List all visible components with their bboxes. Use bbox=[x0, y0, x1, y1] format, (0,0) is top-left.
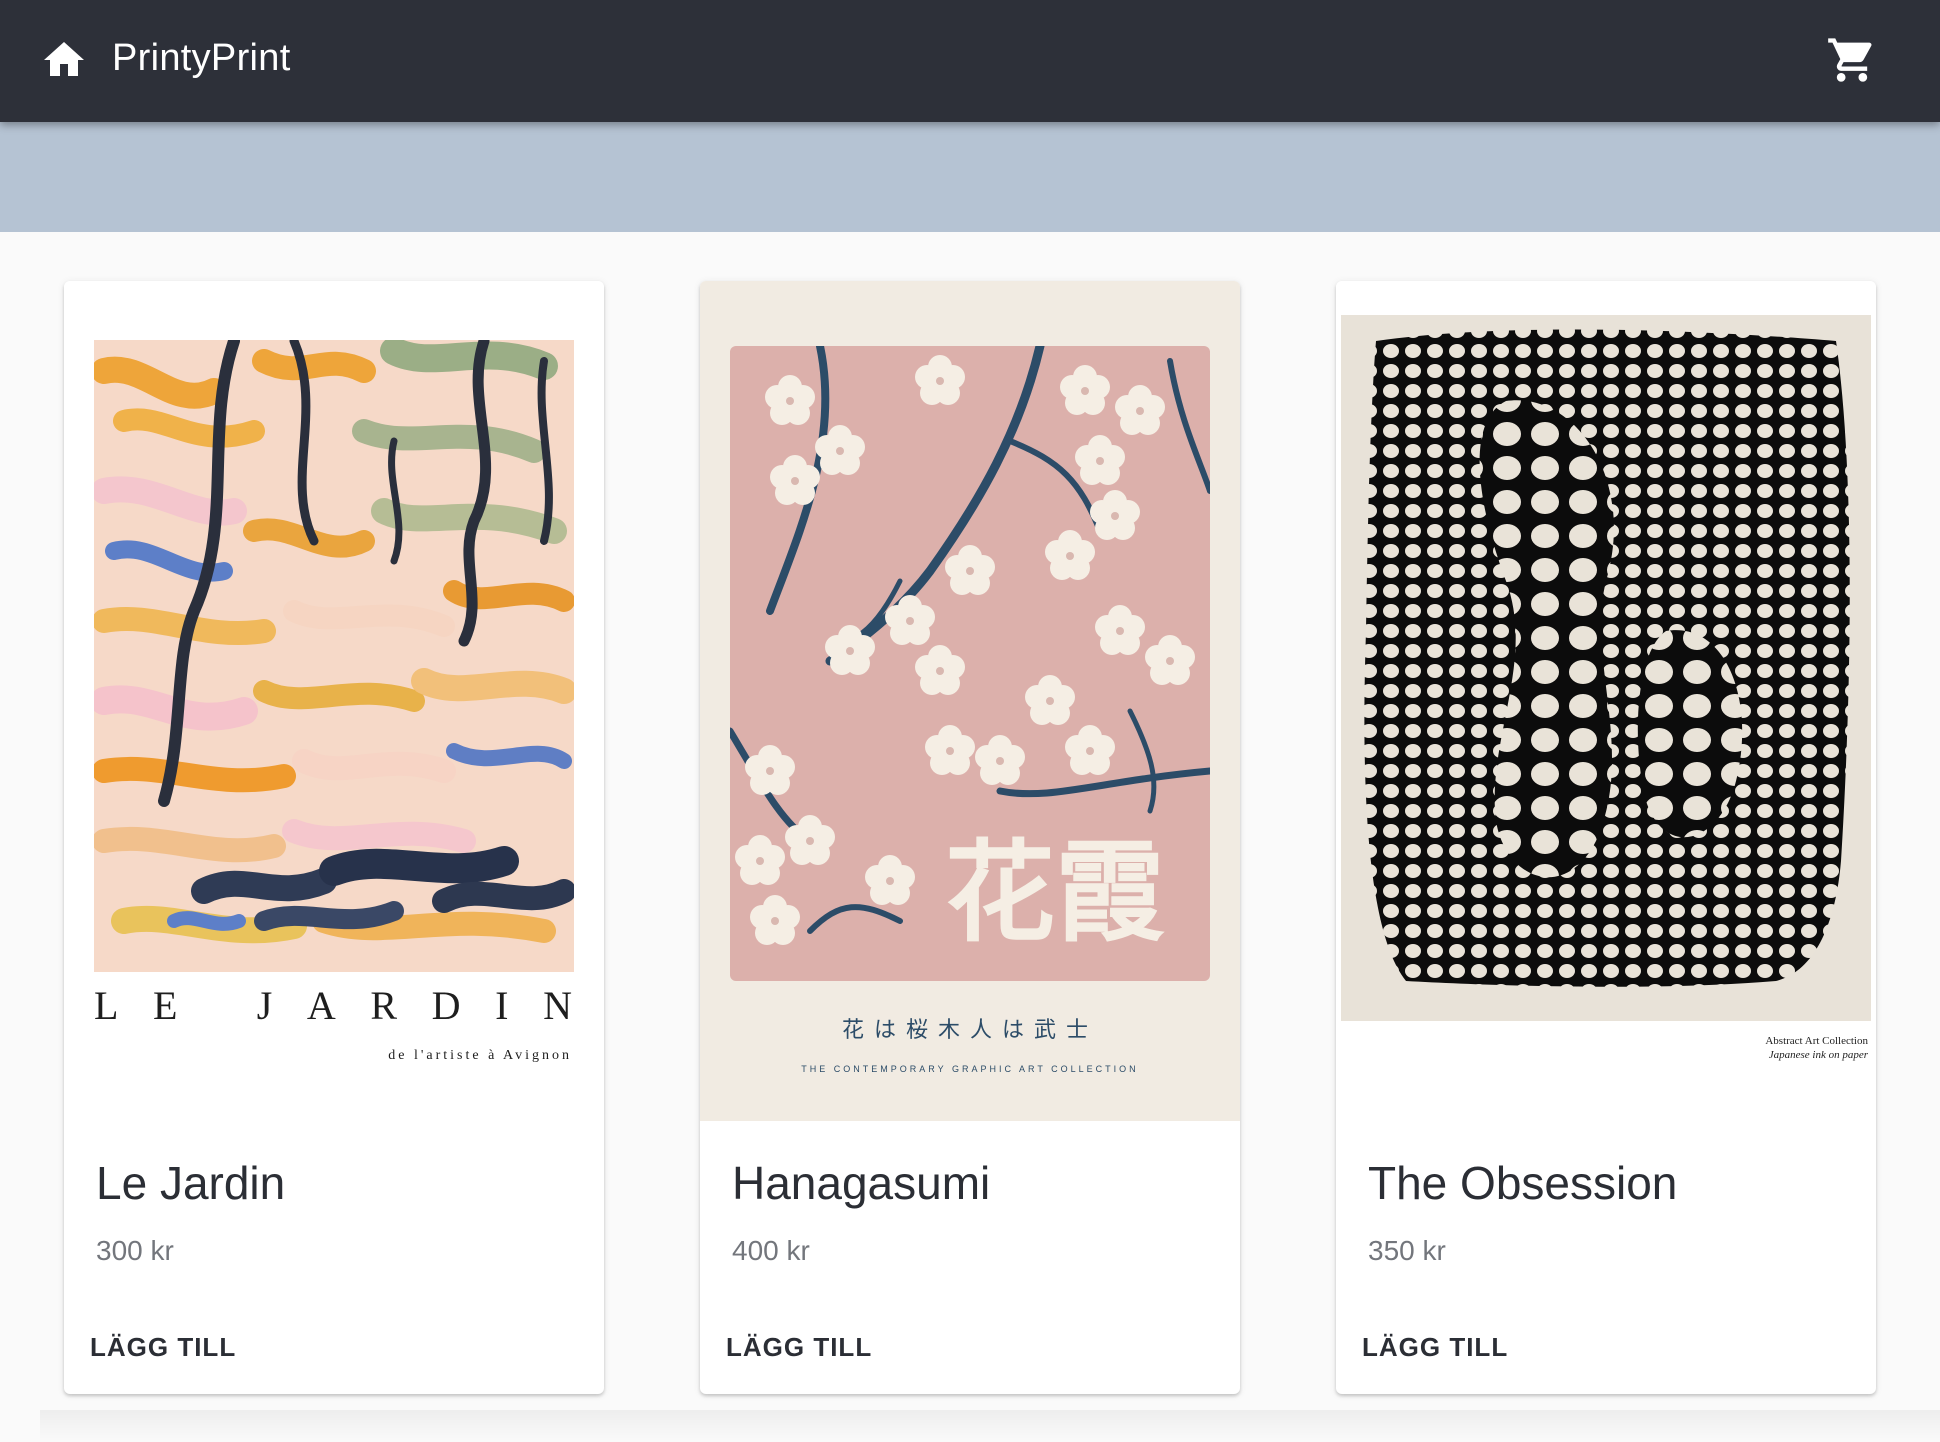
add-to-cart-button[interactable]: LÄGG TILL bbox=[1348, 1317, 1522, 1377]
home-button[interactable] bbox=[40, 36, 88, 84]
poster-caption-line1: Abstract Art Collection bbox=[1765, 1035, 1868, 1047]
product-title: The Obsession bbox=[1368, 1157, 1678, 1209]
product-image-hanagasumi[interactable]: 花霞 花は桜木人は武士 THE CONTEMPORARY GRAPHIC ART… bbox=[700, 281, 1240, 1121]
poster-line-hanagasumi: 花は桜木人は武士 bbox=[842, 1018, 1098, 1043]
poster-title-le-jardin: LE JARDIN bbox=[94, 983, 572, 1028]
poster-subtitle-le-jardin: de l'artiste à Avignon bbox=[388, 1048, 572, 1063]
hero-banner bbox=[0, 122, 1940, 232]
poster-caption-line2: Japanese ink on paper bbox=[1769, 1049, 1869, 1061]
poster-kanji-hanagasumi: 花霞 bbox=[945, 829, 1165, 957]
app-bar: PrintyPrint bbox=[0, 0, 1940, 122]
poster-subtitle-hanagasumi: THE CONTEMPORARY GRAPHIC ART COLLECTION bbox=[801, 1064, 1138, 1074]
product-card-hanagasumi: 花霞 花は桜木人は武士 THE CONTEMPORARY GRAPHIC ART… bbox=[700, 281, 1240, 1394]
product-price: 300 kr bbox=[96, 1235, 174, 1266]
add-to-cart-button[interactable]: LÄGG TILL bbox=[712, 1317, 886, 1377]
app-title[interactable]: PrintyPrint bbox=[112, 33, 291, 83]
shopping-cart-icon bbox=[1828, 38, 1872, 82]
product-price: 400 kr bbox=[732, 1235, 810, 1266]
product-card-the-obsession: Abstract Art Collection Japanese ink on … bbox=[1336, 281, 1876, 1394]
product-title: Le Jardin bbox=[96, 1157, 286, 1209]
home-icon bbox=[44, 42, 84, 76]
product-title: Hanagasumi bbox=[732, 1157, 991, 1209]
add-to-cart-button[interactable]: LÄGG TILL bbox=[76, 1317, 250, 1377]
cart-button[interactable] bbox=[1826, 34, 1878, 86]
product-image-le-jardin[interactable]: LE JARDIN de l'artiste à Avignon bbox=[64, 281, 604, 1121]
product-card-le-jardin: LE JARDIN de l'artiste à Avignon Le Jard… bbox=[64, 281, 604, 1394]
product-price: 350 kr bbox=[1368, 1235, 1446, 1266]
product-image-the-obsession[interactable]: Abstract Art Collection Japanese ink on … bbox=[1336, 281, 1876, 1121]
page-fold-shadow bbox=[40, 1410, 1940, 1442]
